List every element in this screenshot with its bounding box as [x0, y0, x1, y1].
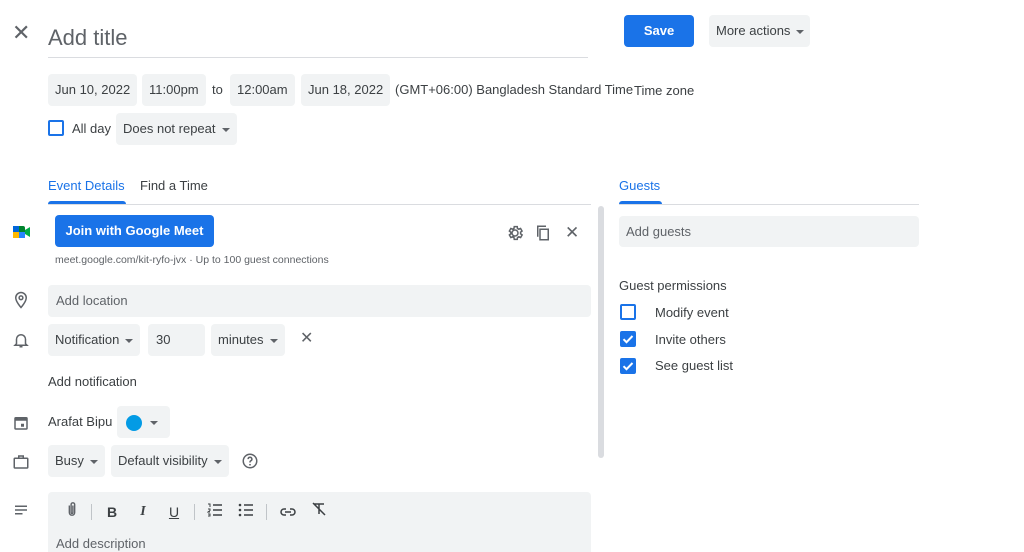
- event-color-dropdown[interactable]: [117, 406, 170, 438]
- link-icon[interactable]: [276, 500, 300, 524]
- to-label: to: [212, 82, 223, 97]
- bulleted-list-icon[interactable]: [234, 500, 258, 524]
- description-input[interactable]: Add description: [56, 536, 146, 551]
- location-pin-icon: [12, 291, 32, 311]
- toolbar-separator: [91, 504, 92, 520]
- check-icon: [622, 362, 634, 371]
- tabs-divider: [48, 204, 591, 205]
- notification-value-input[interactable]: 30: [148, 324, 205, 356]
- start-time-chip[interactable]: 11:00pm: [142, 74, 206, 106]
- calendar-icon: [12, 414, 32, 434]
- chevron-down-icon: [221, 127, 230, 132]
- invite-others-label: Invite others: [655, 332, 726, 347]
- chevron-down-icon: [213, 459, 222, 464]
- guests-heading: Guests: [619, 178, 661, 193]
- color-swatch: [126, 414, 142, 431]
- save-button[interactable]: Save: [624, 15, 694, 47]
- close-icon[interactable]: ✕: [12, 20, 32, 46]
- chevron-down-icon: [89, 459, 98, 464]
- clear-formatting-icon[interactable]: [307, 500, 331, 524]
- repeat-dropdown[interactable]: Does not repeat: [116, 113, 237, 145]
- notification-type-label: Notification: [55, 332, 120, 347]
- description-icon: [12, 501, 32, 521]
- availability-label: Busy: [55, 453, 84, 468]
- remove-meet-close-icon[interactable]: ✕: [565, 224, 585, 244]
- modify-event-checkbox[interactable]: [620, 304, 636, 320]
- toolbar-separator: [266, 504, 267, 520]
- timezone-link[interactable]: Time zone: [634, 75, 694, 107]
- copy-icon[interactable]: [534, 224, 554, 244]
- guests-divider: [619, 204, 919, 205]
- invite-others-checkbox[interactable]: [620, 331, 636, 347]
- all-day-label: All day: [72, 121, 112, 136]
- end-date-chip[interactable]: Jun 18, 2022: [301, 74, 391, 106]
- modify-event-label: Modify event: [655, 305, 729, 320]
- italic-icon[interactable]: I: [131, 500, 155, 524]
- add-guests-input[interactable]: Add guests: [619, 216, 919, 247]
- bold-icon[interactable]: B: [100, 500, 124, 524]
- check-icon: [622, 335, 634, 344]
- attachment-icon[interactable]: [60, 500, 84, 524]
- chevron-down-icon: [125, 338, 134, 343]
- see-guest-list-checkbox[interactable]: [620, 358, 636, 374]
- join-google-meet-button[interactable]: Join with Google Meet: [55, 215, 214, 247]
- more-actions-button[interactable]: More actions: [709, 15, 810, 47]
- all-day-checkbox[interactable]: [48, 120, 64, 136]
- chevron-down-icon: [150, 420, 158, 425]
- details-scrollbar[interactable]: [598, 206, 604, 458]
- visibility-dropdown[interactable]: Default visibility: [111, 445, 229, 477]
- visibility-label: Default visibility: [118, 453, 208, 468]
- notification-unit-dropdown[interactable]: minutes: [211, 324, 285, 356]
- google-meet-icon: [12, 222, 32, 242]
- notification-type-dropdown[interactable]: Notification: [48, 324, 141, 356]
- tab-event-details[interactable]: Event Details: [48, 177, 125, 195]
- bell-icon: [12, 331, 32, 351]
- title-input[interactable]: [48, 18, 588, 58]
- briefcase-icon: [12, 453, 32, 473]
- calendar-owner: Arafat Bipu: [48, 414, 113, 429]
- underline-icon[interactable]: U: [162, 500, 186, 524]
- timezone-text: (GMT+06:00) Bangladesh Standard Time: [395, 82, 634, 97]
- help-icon[interactable]: [241, 452, 261, 472]
- remove-notification-close-icon[interactable]: ✕: [300, 330, 320, 350]
- chevron-down-icon: [796, 29, 805, 34]
- meet-link-text[interactable]: meet.google.com/kit-ryfo-jvx · Up to 100…: [55, 254, 329, 266]
- more-actions-label: More actions: [716, 23, 791, 38]
- chevron-down-icon: [269, 338, 278, 343]
- see-guest-list-label: See guest list: [655, 358, 734, 373]
- tab-find-a-time[interactable]: Find a Time: [140, 177, 208, 195]
- guest-permissions-heading: Guest permissions: [619, 278, 727, 293]
- notification-unit-label: minutes: [218, 332, 264, 347]
- repeat-label: Does not repeat: [123, 121, 216, 136]
- toolbar-separator: [194, 504, 195, 520]
- add-notification-link[interactable]: Add notification: [48, 374, 137, 389]
- end-time-chip[interactable]: 12:00am: [230, 74, 295, 106]
- start-date-chip[interactable]: Jun 10, 2022: [48, 74, 138, 106]
- gear-icon[interactable]: [506, 224, 526, 244]
- availability-dropdown[interactable]: Busy: [48, 445, 105, 477]
- numbered-list-icon[interactable]: [203, 500, 227, 524]
- location-input[interactable]: Add location: [48, 285, 591, 317]
